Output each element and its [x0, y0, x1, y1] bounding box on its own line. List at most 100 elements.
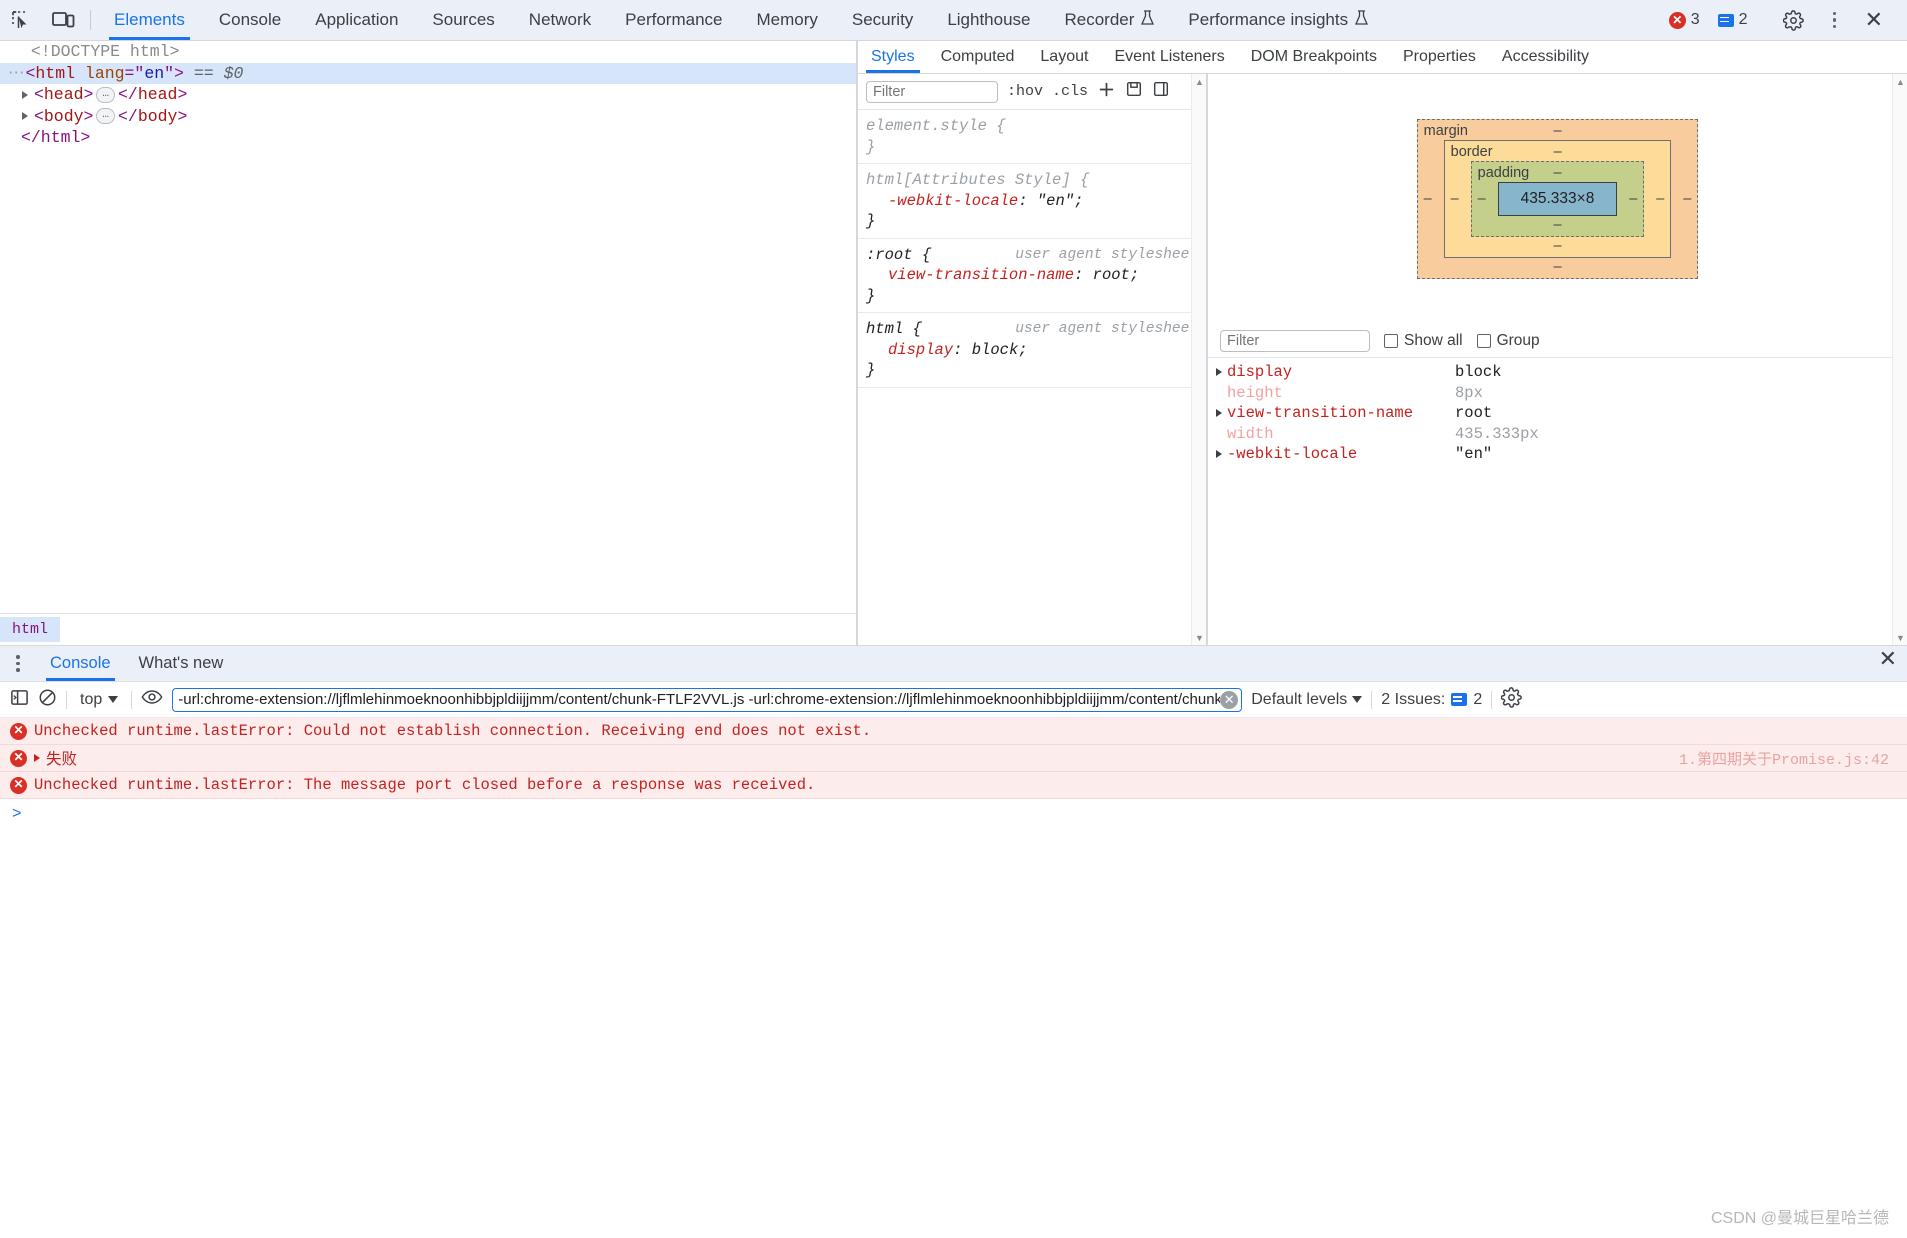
tab-network[interactable]: Network	[512, 0, 608, 40]
close-icon[interactable]: ✕	[1855, 7, 1893, 33]
elements-dom-tree[interactable]: <!DOCTYPE html> ⋯<html lang="en"> == $0 …	[0, 41, 856, 613]
computed-filter-input[interactable]	[1220, 329, 1370, 352]
live-expression-icon[interactable]	[141, 688, 163, 711]
box-model-content-size[interactable]: 435.333×8	[1497, 182, 1618, 216]
margin-top-value[interactable]: –	[1553, 123, 1561, 139]
css-property-value[interactable]: root	[1093, 266, 1130, 284]
breadcrumb-item-html[interactable]: html	[0, 617, 61, 642]
padding-bottom-value[interactable]: –	[1553, 217, 1561, 233]
drawer-close-icon[interactable]: ✕	[1869, 646, 1907, 681]
log-levels-selector[interactable]: Default levels	[1251, 691, 1363, 709]
css-selector[interactable]: html	[866, 320, 903, 338]
expand-triangle-icon[interactable]	[1216, 450, 1222, 459]
console-sidebar-icon[interactable]	[10, 688, 29, 712]
css-selector[interactable]: html[Attributes Style]	[866, 171, 1071, 189]
computed-property-row[interactable]: -webkit-locale "en"	[1208, 444, 1907, 465]
dom-row-doctype[interactable]: <!DOCTYPE html>	[0, 41, 856, 63]
css-property-name[interactable]: display	[866, 340, 953, 361]
message-count-badge[interactable]: 2	[1710, 11, 1756, 29]
tab-recorder[interactable]: Recorder	[1048, 0, 1172, 40]
scroll-down-arrow-icon[interactable]: ▼	[1192, 630, 1207, 645]
box-model-padding[interactable]: padding – – – – 435.333×8	[1470, 161, 1645, 237]
tab-layout[interactable]: Layout	[1027, 41, 1101, 73]
expand-dots-icon[interactable]: ⋯	[8, 64, 26, 83]
css-property-value[interactable]: "en"	[1037, 192, 1074, 210]
tab-console[interactable]: Console	[202, 0, 298, 40]
toggle-sidebar-icon[interactable]	[1152, 80, 1170, 103]
console-input-prompt[interactable]: >	[0, 799, 1907, 829]
tab-sources[interactable]: Sources	[415, 0, 511, 40]
expand-triangle-icon[interactable]	[1216, 409, 1222, 418]
border-right-value[interactable]: –	[1656, 191, 1664, 207]
tab-styles[interactable]: Styles	[858, 41, 928, 73]
tab-performance[interactable]: Performance	[608, 0, 739, 40]
border-bottom-value[interactable]: –	[1553, 238, 1561, 254]
expand-triangle-icon[interactable]	[1216, 368, 1222, 377]
dom-row-body[interactable]: <body>… </body>	[0, 106, 856, 128]
tab-performance-insights[interactable]: Performance insights	[1171, 0, 1385, 40]
show-all-checkbox[interactable]: Show all	[1384, 332, 1463, 350]
scroll-down-arrow-icon[interactable]: ▼	[1893, 630, 1907, 645]
kebab-menu-icon[interactable]	[1817, 11, 1853, 29]
css-rule-attributes-style[interactable]: html[Attributes Style] { -webkit-locale:…	[858, 164, 1206, 239]
dom-row-html-close[interactable]: </html>	[0, 127, 856, 149]
clear-console-icon[interactable]	[38, 688, 57, 712]
border-left-value[interactable]: –	[1451, 191, 1459, 207]
execution-context-selector[interactable]: top	[76, 691, 122, 709]
collapsed-children-icon[interactable]: …	[96, 86, 116, 103]
console-message-source-link[interactable]: 1.第四期关于Promise.js:42	[1679, 748, 1889, 769]
css-rule-html[interactable]: html { user agent stylesheet display: bl…	[858, 313, 1206, 388]
tab-security[interactable]: Security	[835, 0, 930, 40]
computed-sidebar-icon[interactable]	[1125, 80, 1143, 103]
expand-triangle-icon[interactable]	[22, 112, 28, 121]
tab-memory[interactable]: Memory	[739, 0, 834, 40]
css-property-value[interactable]: block	[972, 341, 1019, 359]
console-filter-input[interactable]: -url:chrome-extension://ljflmlehinmoekno…	[172, 687, 1243, 712]
expand-triangle-icon[interactable]	[34, 754, 40, 762]
group-checkbox[interactable]: Group	[1476, 332, 1540, 350]
clear-input-icon[interactable]: ✕	[1220, 690, 1239, 709]
box-model-margin[interactable]: margin – – – – border – – – – padding –	[1416, 119, 1699, 279]
expand-triangle-icon[interactable]	[22, 90, 28, 99]
dom-attr-value-lang[interactable]: en	[144, 64, 164, 83]
tab-properties[interactable]: Properties	[1390, 41, 1489, 73]
css-rule-root[interactable]: :root { user agent stylesheet view-trans…	[858, 239, 1206, 313]
margin-right-value[interactable]: –	[1683, 191, 1691, 207]
gear-icon[interactable]	[1773, 9, 1815, 31]
tab-application[interactable]: Application	[298, 0, 415, 40]
computed-property-row[interactable]: view-transition-name root	[1208, 403, 1907, 424]
padding-right-value[interactable]: –	[1629, 191, 1637, 207]
tab-dom-breakpoints[interactable]: DOM Breakpoints	[1238, 41, 1390, 73]
css-selector[interactable]: :root	[866, 246, 913, 264]
console-message[interactable]: ✕ Unchecked runtime.lastError: Could not…	[0, 718, 1907, 745]
padding-top-value[interactable]: –	[1553, 165, 1561, 181]
tab-elements[interactable]: Elements	[97, 0, 202, 40]
border-top-value[interactable]: –	[1553, 144, 1561, 160]
css-property-name[interactable]: view-transition-name	[866, 265, 1074, 286]
tab-event-listeners[interactable]: Event Listeners	[1101, 41, 1237, 73]
computed-property-row[interactable]: display block	[1208, 362, 1907, 383]
inspect-element-icon[interactable]	[0, 0, 42, 40]
computed-scrollbar[interactable]: ▲ ▼	[1892, 74, 1907, 645]
css-property-name[interactable]: -webkit-locale	[866, 191, 1018, 212]
dom-attr-name-lang[interactable]: lang	[85, 64, 125, 83]
tab-lighthouse[interactable]: Lighthouse	[930, 0, 1047, 40]
gear-icon[interactable]	[1500, 686, 1523, 713]
margin-bottom-value[interactable]: –	[1553, 259, 1561, 275]
computed-property-row[interactable]: height 8px	[1208, 383, 1907, 404]
toggle-hover-state-button[interactable]: :hov	[1007, 83, 1043, 100]
box-model-border[interactable]: border – – – – padding – – – – 435.333×8	[1443, 140, 1672, 258]
device-toolbar-icon[interactable]	[42, 0, 84, 40]
padding-left-value[interactable]: –	[1478, 191, 1486, 207]
dom-row-html[interactable]: ⋯<html lang="en"> == $0	[0, 62, 856, 84]
toggle-class-button[interactable]: .cls	[1052, 83, 1088, 100]
dom-row-head[interactable]: <head>… </head>	[0, 84, 856, 106]
console-message[interactable]: ✕ 失败 1.第四期关于Promise.js:42	[0, 745, 1907, 772]
kebab-menu-icon[interactable]	[0, 646, 36, 681]
styles-scrollbar[interactable]: ▲ ▼	[1191, 74, 1206, 645]
computed-property-row[interactable]: width 435.333px	[1208, 424, 1907, 445]
console-message[interactable]: ✕ Unchecked runtime.lastError: The messa…	[0, 772, 1907, 799]
plus-icon[interactable]	[1097, 80, 1116, 104]
scroll-up-arrow-icon[interactable]: ▲	[1893, 74, 1907, 89]
css-selector[interactable]: element.style	[866, 117, 987, 135]
